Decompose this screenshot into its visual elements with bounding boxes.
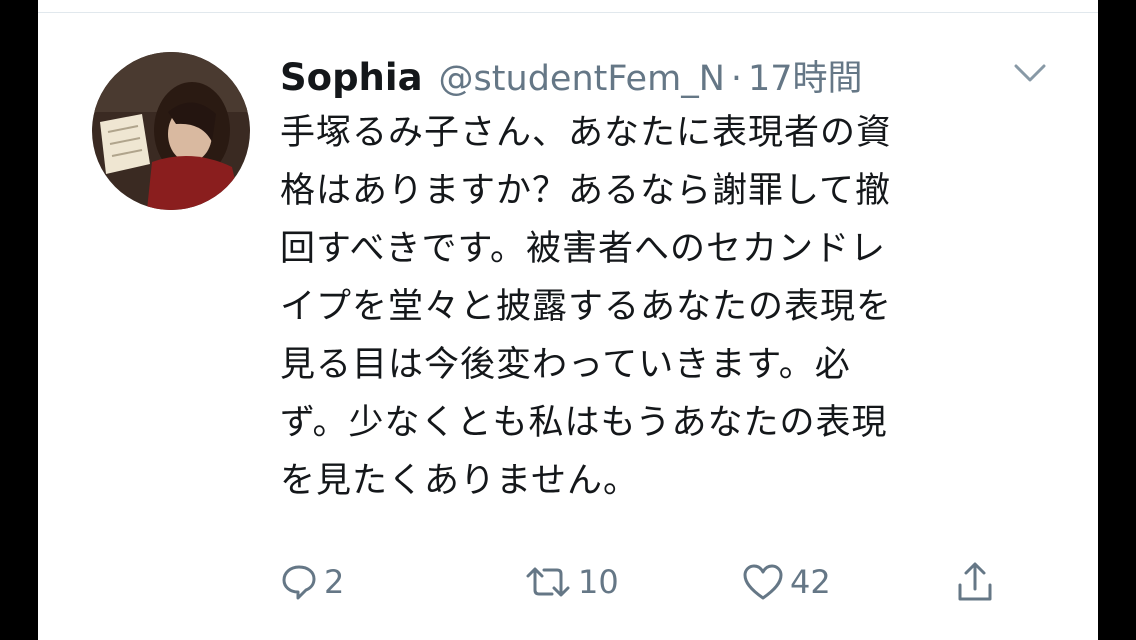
tweet-text-line: を見たくありません。 — [280, 461, 639, 501]
like-count: 42 — [790, 563, 831, 601]
author-name[interactable]: Sophia — [280, 56, 423, 99]
reply-button[interactable]: 2 — [280, 556, 344, 608]
divider — [38, 12, 1098, 13]
tweet-text: 手塚るみ子さん、あなたに表現者の資 格はありますか？あるなら謝罪して撤 回すべき… — [280, 104, 1020, 510]
separator: · — [730, 59, 743, 99]
tweet-text-line: ず。少なくとも私はもうあなたの表現 — [280, 403, 888, 443]
tweet-text-line: 格はありますか？あるなら謝罪して撤 — [280, 171, 891, 211]
share-button[interactable] — [956, 556, 994, 608]
tweet-text-line: 回すべきです。被害者へのセカンドレ — [280, 229, 887, 269]
action-bar: 2 10 42 — [280, 556, 1040, 608]
retweet-count: 10 — [578, 563, 619, 601]
tweet-card[interactable]: Sophia @studentFem_N · 17時間 手塚るみ子さん、あなたに… — [38, 0, 1098, 640]
author-handle[interactable]: @studentFem_N — [439, 59, 725, 99]
timestamp[interactable]: 17時間 — [748, 50, 863, 101]
tweet-header: Sophia @studentFem_N · 17時間 — [280, 50, 1058, 101]
reply-count: 2 — [324, 563, 345, 601]
tweet-text-line: 見る目は今後変わっていきます。必 — [280, 345, 851, 385]
retweet-button[interactable]: 10 — [524, 556, 619, 608]
speech-bubble-icon — [280, 563, 318, 601]
share-arrow-icon — [956, 561, 994, 603]
heart-icon — [742, 563, 784, 601]
tweet-text-line: 手塚るみ子さん、あなたに表現者の資 — [280, 113, 893, 153]
tweet-text-line: イプを堂々と披露するあなたの表現を — [280, 287, 893, 327]
avatar[interactable] — [92, 52, 250, 210]
like-button[interactable]: 42 — [742, 556, 831, 608]
retweet-arrows-icon — [524, 564, 572, 600]
chevron-down-icon[interactable] — [1010, 60, 1050, 86]
